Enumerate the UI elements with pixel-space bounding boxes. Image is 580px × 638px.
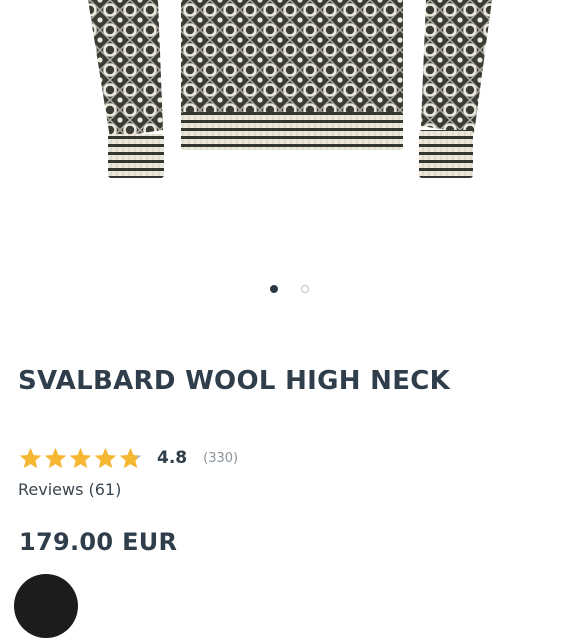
gallery-dot-2[interactable]	[301, 285, 309, 293]
chat-button[interactable]	[14, 574, 78, 638]
product-image[interactable]	[0, 0, 580, 270]
star-icon	[69, 447, 92, 468]
sweater-image	[88, 0, 492, 178]
product-rating[interactable]: 4.8 (330)	[18, 444, 238, 472]
product-price: 179.00 EUR	[19, 528, 178, 556]
gallery-dot-1[interactable]	[270, 285, 278, 293]
star-icon	[94, 447, 117, 468]
star-icon	[44, 447, 67, 468]
gallery-pagination	[0, 284, 580, 296]
rating-stars	[18, 446, 143, 471]
reviews-link[interactable]: Reviews (61)	[18, 480, 121, 499]
rating-count: (330)	[203, 450, 239, 466]
rating-value: 4.8	[157, 448, 188, 468]
product-title: SVALBARD WOOL HIGH NECK	[18, 366, 451, 396]
star-icon	[119, 447, 142, 468]
star-icon	[19, 447, 42, 468]
